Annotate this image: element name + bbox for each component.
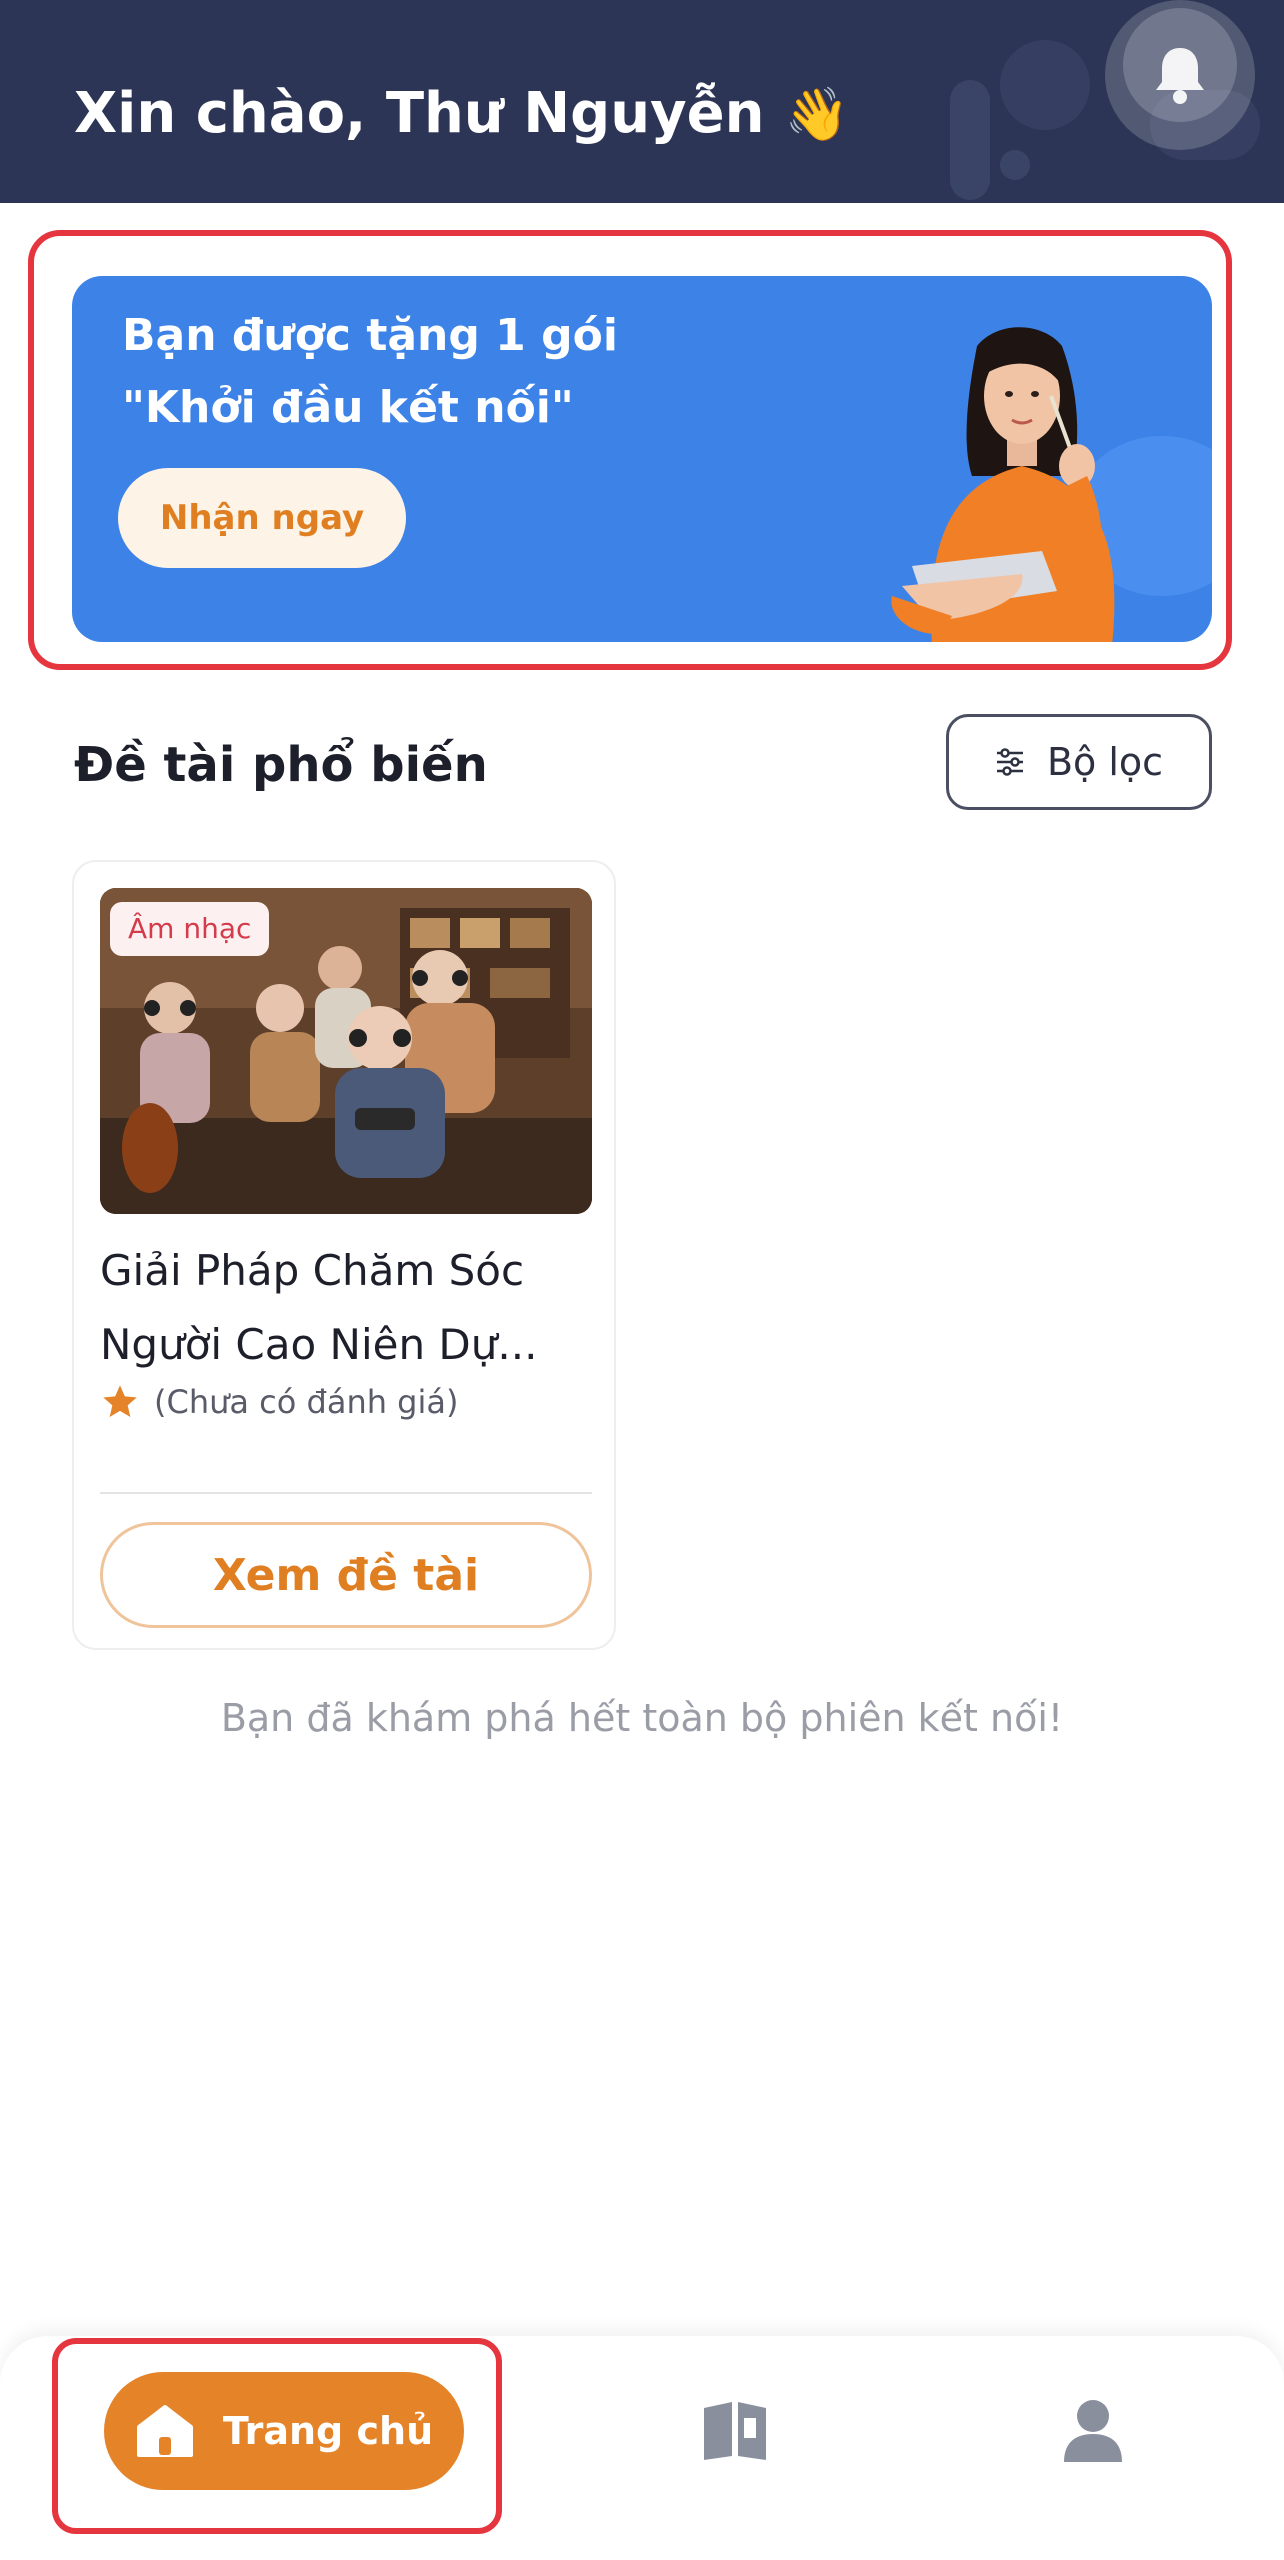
topic-image: Âm nhạc: [100, 888, 592, 1214]
nav-home-button[interactable]: Trang chủ: [104, 2372, 464, 2490]
rating-text: (Chưa có đánh giá): [154, 1383, 459, 1421]
claim-now-button[interactable]: Nhận ngay: [118, 468, 406, 568]
topic-card[interactable]: Âm nhạc Giải Pháp Chăm Sóc Người Cao Niê…: [72, 860, 616, 1650]
promo-banner[interactable]: Bạn được tặng 1 gói "Khởi đầu kết nối" N…: [72, 276, 1212, 642]
banner-line-1: Bạn được tặng 1 gói: [122, 310, 618, 361]
view-topic-button[interactable]: Xem đề tài: [100, 1522, 592, 1628]
sliders-icon: [996, 748, 1023, 776]
nav-home-label: Trang chủ: [222, 2409, 434, 2453]
filter-label: Bộ lọc: [1046, 740, 1164, 784]
header-decoration: [950, 80, 990, 200]
greeting-text: Xin chào, Thư Nguyễn: [74, 81, 765, 146]
filter-button[interactable]: Bộ lọc: [946, 714, 1212, 810]
section-title: Đề tài phổ biến: [74, 737, 488, 793]
star-icon: [103, 1385, 137, 1417]
header: Xin chào, Thư Nguyễn 👋: [0, 0, 1284, 203]
topic-rating: (Chưa có đánh giá): [100, 1382, 458, 1422]
topic-title-line-1: Giải Pháp Chăm Sóc: [100, 1246, 525, 1295]
bell-icon: [1156, 48, 1204, 104]
book-icon[interactable]: [700, 2396, 770, 2466]
home-icon: [136, 2405, 193, 2457]
header-decoration: [1000, 150, 1030, 180]
topic-tag: Âm nhạc: [110, 902, 270, 956]
topic-title-line-2: Người Cao Niên Dự...: [100, 1320, 538, 1369]
header-decoration: [1000, 40, 1090, 130]
woman-illustration: [891, 327, 1115, 642]
topic-title: Giải Pháp Chăm Sóc Người Cao Niên Dự...: [100, 1234, 600, 1382]
notification-button[interactable]: [1105, 0, 1255, 150]
card-divider: [100, 1492, 592, 1494]
greeting-title: Xin chào, Thư Nguyễn 👋: [74, 82, 849, 147]
waving-hand-emoji: 👋: [784, 85, 850, 145]
banner-line-2: "Khởi đầu kết nối": [122, 382, 574, 433]
end-of-list-message: Bạn đã khám phá hết toàn bộ phiên kết nố…: [220, 1696, 1064, 1740]
bottom-navigation: Trang chủ: [0, 2336, 1284, 2560]
user-icon[interactable]: [1058, 2396, 1128, 2466]
